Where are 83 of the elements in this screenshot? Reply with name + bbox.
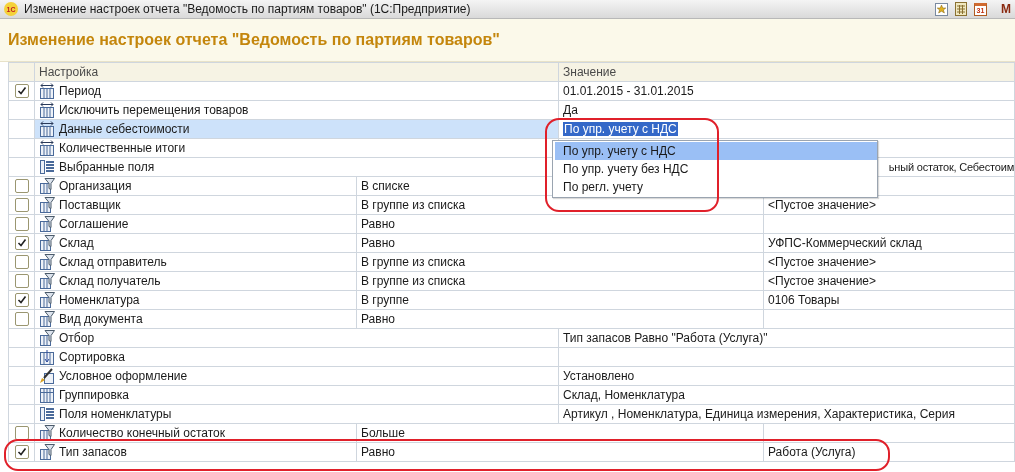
setting-name[interactable]: Вид документа xyxy=(59,312,143,326)
setting-name[interactable]: Данные себестоимости xyxy=(59,122,190,136)
setting-name[interactable]: Поставщик xyxy=(59,198,121,212)
parameter-icon xyxy=(39,140,55,156)
star-icon[interactable] xyxy=(934,2,948,16)
setting-value: Артикул , Номенклатура, Единица измерения, Характеристика, Серия xyxy=(563,407,955,421)
setting-name[interactable]: Исключить перемещения товаров xyxy=(59,103,249,117)
comparison-type[interactable]: В группе из списка xyxy=(361,255,466,269)
setting-name[interactable]: Период xyxy=(59,84,102,98)
checkbox[interactable] xyxy=(15,198,29,212)
form-heading: Изменение настроек отчета "Ведомость по партиям товаров" xyxy=(8,31,500,49)
setting-name[interactable]: Количественные итоги xyxy=(59,141,186,155)
checkbox[interactable] xyxy=(15,179,29,193)
setting-name[interactable]: Поля номенклатуры xyxy=(59,407,172,421)
dropdown-option[interactable]: По упр. учету без НДС xyxy=(555,160,877,178)
setting-name[interactable]: Склад отправитель xyxy=(59,255,167,269)
setting-value: <Пустое значение> xyxy=(768,198,877,212)
parameter-icon xyxy=(39,83,55,99)
funnel-icon xyxy=(39,292,55,308)
menu-button[interactable]: М xyxy=(1001,2,1011,16)
checkbox[interactable] xyxy=(15,426,29,440)
setting-value: <Пустое значение> xyxy=(768,274,877,288)
funnel-icon xyxy=(39,216,55,232)
setting-name[interactable]: Количество конечный остаток xyxy=(59,426,225,440)
value-input[interactable]: По упр. учету с НДС xyxy=(563,122,678,136)
checkbox[interactable] xyxy=(15,274,29,288)
setting-name[interactable]: Сортировка xyxy=(59,350,125,364)
comparison-type[interactable]: В группе из списка xyxy=(361,198,466,212)
calculator-icon[interactable] xyxy=(954,2,968,16)
list-icon xyxy=(39,159,55,175)
parameter-icon xyxy=(39,121,55,137)
comparison-type[interactable]: Равно xyxy=(361,312,395,326)
setting-name[interactable]: Соглашение xyxy=(59,217,129,231)
setting-value: 01.01.2015 - 31.01.2015 xyxy=(563,84,694,98)
comparison-type[interactable]: В группе xyxy=(361,293,409,307)
setting-value: Тип запасов Равно "Работа (Услуга)" xyxy=(563,331,768,345)
funnel-icon xyxy=(39,311,55,327)
checkbox[interactable] xyxy=(15,445,29,459)
list-icon xyxy=(39,406,55,422)
checkbox[interactable] xyxy=(15,217,29,231)
setting-value: 0106 Товары xyxy=(768,293,840,307)
setting-name[interactable]: Склад xyxy=(59,236,94,250)
setting-value: Да xyxy=(563,103,578,117)
checkbox[interactable] xyxy=(15,293,29,307)
funnel-icon xyxy=(39,254,55,270)
funnel-icon xyxy=(39,425,55,441)
window-title: Изменение настроек отчета "Ведомость по партиям товаров" (1С:Предприятие) xyxy=(24,2,472,16)
funnel-icon xyxy=(39,235,55,251)
checkbox[interactable] xyxy=(15,312,29,326)
brush-icon xyxy=(39,368,55,384)
comparison-type[interactable]: Равно xyxy=(361,445,395,459)
setting-name[interactable]: Отбор xyxy=(59,331,95,345)
setting-name[interactable]: Условное оформление xyxy=(59,369,188,383)
grid-icon xyxy=(39,387,55,403)
setting-value: ьный остаток, Себестоим xyxy=(888,161,1014,173)
setting-value: Установлено xyxy=(563,369,635,383)
setting-value: Склад, Номенклатура xyxy=(563,388,685,402)
sort-icon xyxy=(39,349,55,365)
setting-name[interactable]: Номенклатура xyxy=(59,293,140,307)
funnel-icon xyxy=(39,178,55,194)
checkbox[interactable] xyxy=(15,84,29,98)
setting-name[interactable]: Организация xyxy=(59,179,132,193)
setting-name[interactable]: Тип запасов xyxy=(59,445,127,459)
comparison-type[interactable]: Равно xyxy=(361,217,395,231)
setting-value: Работа (Услуга) xyxy=(768,445,856,459)
checkbox[interactable] xyxy=(15,255,29,269)
funnel-icon xyxy=(39,330,55,346)
funnel-icon xyxy=(39,273,55,289)
funnel-icon xyxy=(39,444,55,460)
setting-value: УФПС-Коммерческий склад xyxy=(768,236,922,250)
setting-name[interactable]: Склад получатель xyxy=(59,274,161,288)
setting-name[interactable]: Выбранные поля xyxy=(59,160,155,174)
comparison-type[interactable]: В списке xyxy=(361,179,410,193)
setting-name[interactable]: Группировка xyxy=(59,388,129,402)
comparison-type[interactable]: В группе из списка xyxy=(361,274,466,288)
comparison-type[interactable]: Больше xyxy=(361,426,405,440)
setting-value: <Пустое значение> xyxy=(768,255,877,269)
checkbox[interactable] xyxy=(15,236,29,250)
parameter-icon xyxy=(39,102,55,118)
dropdown-option[interactable]: По регл. учету xyxy=(555,178,877,196)
comparison-type[interactable]: Равно xyxy=(361,236,395,250)
dropdown-option[interactable]: По упр. учету с НДС xyxy=(555,142,877,160)
funnel-icon xyxy=(39,197,55,213)
